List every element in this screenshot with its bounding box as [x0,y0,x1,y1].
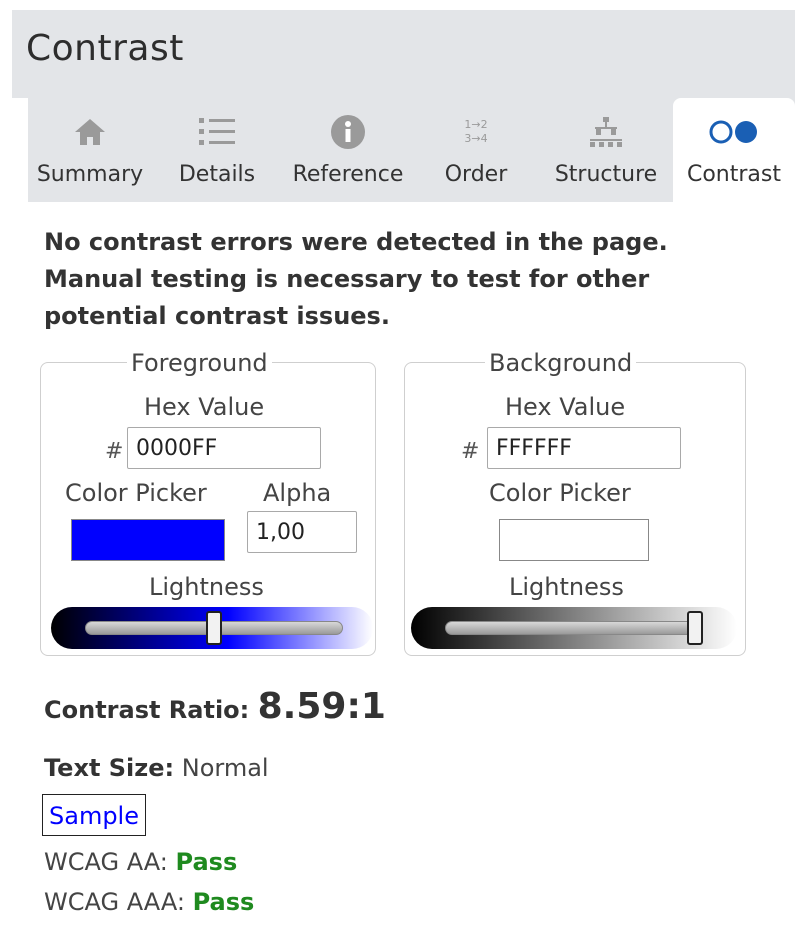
order-icon-text-top: 1→2 [464,118,488,131]
foreground-legend: Foreground [127,349,272,377]
alpha-label: Alpha [263,479,332,507]
tab-label: Reference [292,162,404,187]
background-legend: Background [485,349,637,377]
background-lightness-label: Lightness [509,573,624,601]
tab-label: Summary [36,162,144,187]
panel-header: Contrast [12,10,795,98]
order-icon-text-bottom: 3→4 [464,132,488,145]
foreground-lightness-label: Lightness [149,573,264,601]
foreground-panel: Foreground Hex Value # 0000FF Color Pick… [40,349,376,656]
order-icon: 1→2 3→4 [434,112,518,152]
list-icon [170,112,264,152]
wcag-aaa-result: WCAG AAA: Pass [44,888,254,916]
tab-label: Structure [554,162,658,187]
home-icon [28,112,152,152]
tab-label: Details [178,162,256,187]
structure-icon [546,112,666,152]
foreground-lightness-slider[interactable] [51,607,373,649]
foreground-color-picker[interactable] [71,519,225,561]
foreground-hex-input[interactable]: 0000FF [127,427,321,469]
background-hex-input[interactable]: FFFFFF [487,427,681,469]
foreground-hex-label: Hex Value [144,393,265,421]
wcag-aa-label: WCAG AA: [44,848,176,876]
background-hex-label: Hex Value [505,393,626,421]
background-picker-label: Color Picker [489,479,631,507]
text-size: Text Size: Normal [44,754,269,782]
tab-structure[interactable]: Structure [546,98,666,202]
tab-details[interactable]: Details [170,98,264,202]
sample-text: Sample [42,794,146,836]
hash-sign: # [105,439,124,464]
text-size-label: Text Size: [44,754,175,782]
tab-order[interactable]: 1→2 3→4 Order [434,98,518,202]
contrast-icon [673,112,795,152]
contrast-ratio-value: 8.59:1 [257,686,386,727]
wcag-aaa-status: Pass [192,888,255,916]
background-color-picker[interactable] [499,519,649,561]
tab-summary[interactable]: Summary [28,98,152,202]
contrast-status-message: No contrast errors were detected in the … [44,228,668,330]
slider-track [445,621,703,635]
page-title: Contrast [26,28,184,69]
background-panel: Background Hex Value # FFFFFF Color Pick… [404,349,746,656]
wcag-aa-result: WCAG AA: Pass [44,848,237,876]
tab-contrast[interactable]: Contrast [673,98,795,202]
tab-bar: Summary Details Reference 1→2 3→4 Order [28,98,795,202]
alpha-input[interactable]: 1,00 [247,511,357,553]
contrast-ratio-label: Contrast Ratio: [44,696,258,724]
text-size-value: Normal [174,754,269,782]
tab-reference[interactable]: Reference [284,98,412,202]
foreground-picker-label: Color Picker [65,479,207,507]
slider-thumb[interactable] [687,611,703,645]
info-icon [284,112,412,152]
tab-label: Order [444,162,508,187]
wcag-aaa-label: WCAG AAA: [44,888,193,916]
background-lightness-slider[interactable] [411,607,737,649]
wcag-aa-status: Pass [175,848,238,876]
contrast-ratio: Contrast Ratio: 8.59:1 [44,686,386,727]
hash-sign: # [461,439,480,464]
tab-label: Contrast [686,162,781,187]
slider-thumb[interactable] [206,611,222,645]
